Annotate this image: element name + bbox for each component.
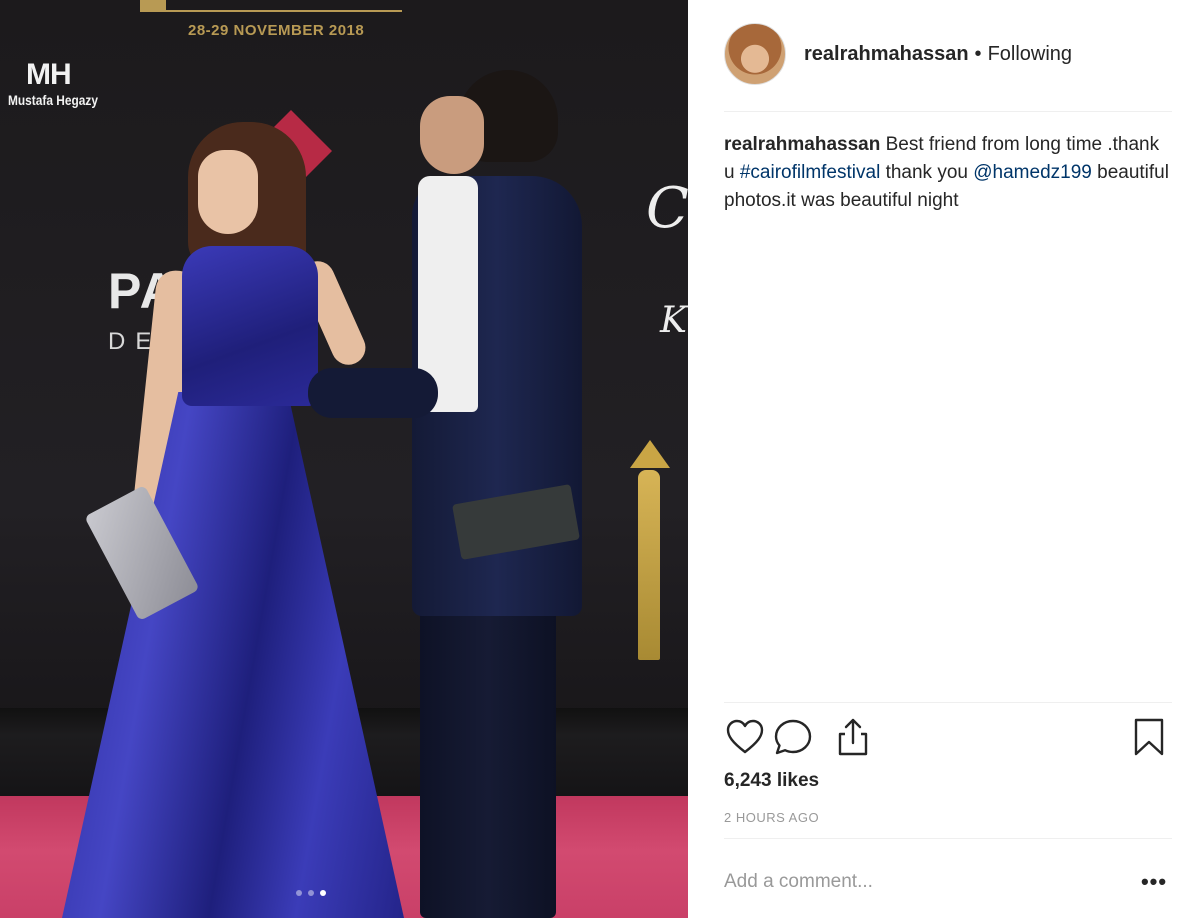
carousel-dot-active[interactable] [320, 890, 326, 896]
backdrop-script-letter: C [646, 176, 688, 241]
hashtag-link[interactable]: #cairofilmfestival [740, 162, 880, 183]
blue-dress-skirt [62, 392, 404, 918]
blue-dress-bodice [182, 246, 318, 406]
caption-username[interactable]: realrahmahassan [724, 134, 880, 155]
caption-text: thank you [880, 162, 974, 183]
save-button[interactable] [1128, 716, 1170, 758]
header-separator: • [974, 42, 982, 65]
event-date-text: 28-29 NOVEMBER 2018 [188, 22, 365, 39]
comment-button[interactable] [772, 716, 814, 758]
backdrop-script-letter: K [660, 300, 687, 341]
more-options-button[interactable]: ••• [1136, 866, 1172, 898]
post-caption: realrahmahassan Best friend from long ti… [724, 131, 1172, 215]
share-button[interactable] [832, 716, 874, 758]
likes-count[interactable]: 6,243 likes [724, 770, 819, 792]
mention-link[interactable]: @hamedz199 [973, 162, 1092, 183]
post-actions-bar [724, 716, 1170, 760]
divider [724, 111, 1172, 112]
add-comment-input[interactable] [724, 866, 1124, 898]
comment-bubble-icon [774, 719, 812, 755]
post-header: realrahmahassan • Following [724, 22, 1172, 86]
woman-face [198, 150, 258, 234]
carousel-indicator [296, 890, 326, 896]
man-face [420, 96, 484, 174]
watermark-logo: MH [26, 58, 72, 91]
festival-logo-bar [140, 0, 402, 12]
post-details-panel: realrahmahassan • Following realrahmahas… [688, 0, 1200, 918]
share-icon [838, 718, 868, 756]
like-button[interactable] [724, 716, 766, 758]
follow-status-button[interactable]: Following [988, 43, 1072, 66]
post-photo[interactable]: 28-29 NOVEMBER 2018 MH Mustafa Hegazy PA… [0, 0, 688, 918]
festival-trophy-logo [620, 440, 676, 662]
watermark-name: Mustafa Hegazy [8, 92, 98, 108]
divider [724, 838, 1172, 839]
bookmark-icon [1134, 718, 1164, 756]
carousel-dot[interactable] [308, 890, 314, 896]
avatar[interactable] [724, 23, 786, 85]
man-arm [308, 368, 438, 418]
post-timestamp[interactable]: 2 HOURS AGO [724, 810, 819, 825]
author-username[interactable]: realrahmahassan [804, 43, 969, 66]
heart-icon [726, 719, 764, 754]
carousel-dot[interactable] [296, 890, 302, 896]
divider [724, 702, 1172, 703]
